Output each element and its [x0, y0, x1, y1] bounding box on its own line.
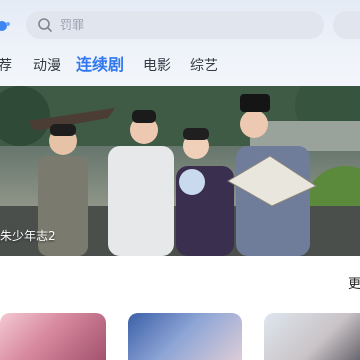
- more-link[interactable]: 更: [348, 276, 360, 294]
- search-icon: [38, 18, 52, 32]
- tab-recommend[interactable]: 荐: [0, 56, 12, 76]
- tab-anime[interactable]: 动漫: [33, 56, 61, 76]
- poster-card[interactable]: [264, 313, 360, 360]
- tab-series[interactable]: 连续剧: [76, 54, 124, 76]
- featured-banner[interactable]: 朱少年志2: [0, 86, 360, 256]
- category-tabs: 荐 动漫 连续剧 电影 综艺: [0, 52, 360, 80]
- tab-movie[interactable]: 电影: [143, 56, 171, 76]
- app-logo-icon[interactable]: [0, 18, 12, 34]
- search-placeholder: 罚罪: [60, 18, 85, 32]
- header-action-button[interactable]: [333, 11, 360, 39]
- search-bar[interactable]: 罚罪: [26, 11, 324, 39]
- poster-card[interactable]: [0, 313, 106, 360]
- poster-card[interactable]: [128, 313, 242, 360]
- top-header: 罚罪 荐 动漫 连续剧 电影 综艺: [0, 0, 360, 88]
- banner-title: 朱少年志2: [0, 229, 56, 243]
- tab-variety[interactable]: 综艺: [190, 56, 218, 76]
